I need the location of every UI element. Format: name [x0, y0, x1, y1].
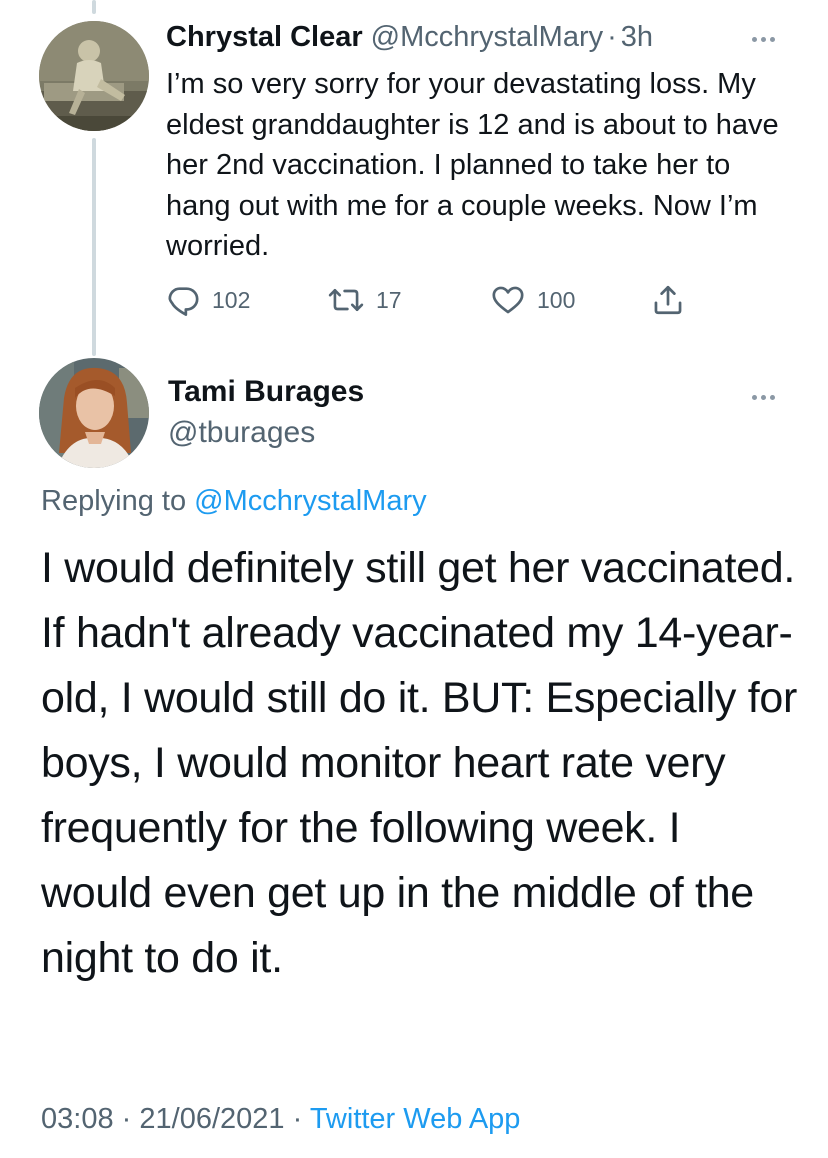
more-icon[interactable]	[752, 37, 775, 42]
tweet-date[interactable]: 21/06/2021	[139, 1103, 284, 1135]
retweet-count: 17	[376, 286, 402, 313]
replying-to: Replying to @McchrystalMary	[41, 485, 427, 518]
meta-separator: ·	[121, 1103, 132, 1135]
parent-author-name[interactable]: Chrystal Clear	[166, 21, 363, 54]
replying-to-label: Replying to	[41, 485, 187, 517]
like-icon	[492, 286, 524, 314]
tweet-metadata: 03:08 · 21/06/2021 · Twitter Web App	[41, 1103, 520, 1136]
like-count: 100	[537, 286, 576, 313]
more-icon[interactable]	[752, 395, 775, 400]
share-button[interactable]	[651, 282, 685, 318]
retweet-icon	[328, 288, 364, 312]
parent-tweet-text: I’m so very sorry for your devastating l…	[166, 68, 779, 262]
tweet-time[interactable]: 03:08	[41, 1103, 114, 1135]
main-tweet-text: I would definitely still get her vaccina…	[41, 544, 798, 982]
like-button[interactable]: 100	[491, 282, 575, 318]
reply-count: 102	[212, 286, 251, 313]
tami-burages-avatar[interactable]	[39, 358, 149, 468]
parent-author-handle[interactable]: @McchrystalMary	[371, 21, 603, 54]
thread-line	[92, 138, 96, 356]
share-icon	[654, 285, 682, 315]
parent-tweet-header: Chrystal Clear @McchrystalMary · 3h	[166, 14, 796, 60]
replying-to-mention[interactable]: @McchrystalMary	[194, 485, 426, 517]
header-separator: ·	[607, 20, 617, 53]
chrystal-clear-avatar[interactable]	[39, 21, 149, 131]
parent-tweet-time[interactable]: 3h	[621, 21, 653, 54]
tweet-source[interactable]: Twitter Web App	[310, 1103, 521, 1135]
parent-tweet-actions: 102 17 100	[166, 282, 706, 318]
meta-separator: ·	[292, 1103, 303, 1135]
main-author-handle[interactable]: @tburages	[168, 416, 315, 450]
reply-button[interactable]: 102	[166, 282, 250, 318]
retweet-button[interactable]: 17	[328, 282, 402, 318]
parent-tweet: Chrystal Clear @McchrystalMary · 3h I’m …	[166, 14, 796, 267]
thread-line-top	[92, 0, 96, 14]
main-author-name[interactable]: Tami Burages	[168, 375, 364, 409]
reply-icon	[168, 287, 199, 316]
